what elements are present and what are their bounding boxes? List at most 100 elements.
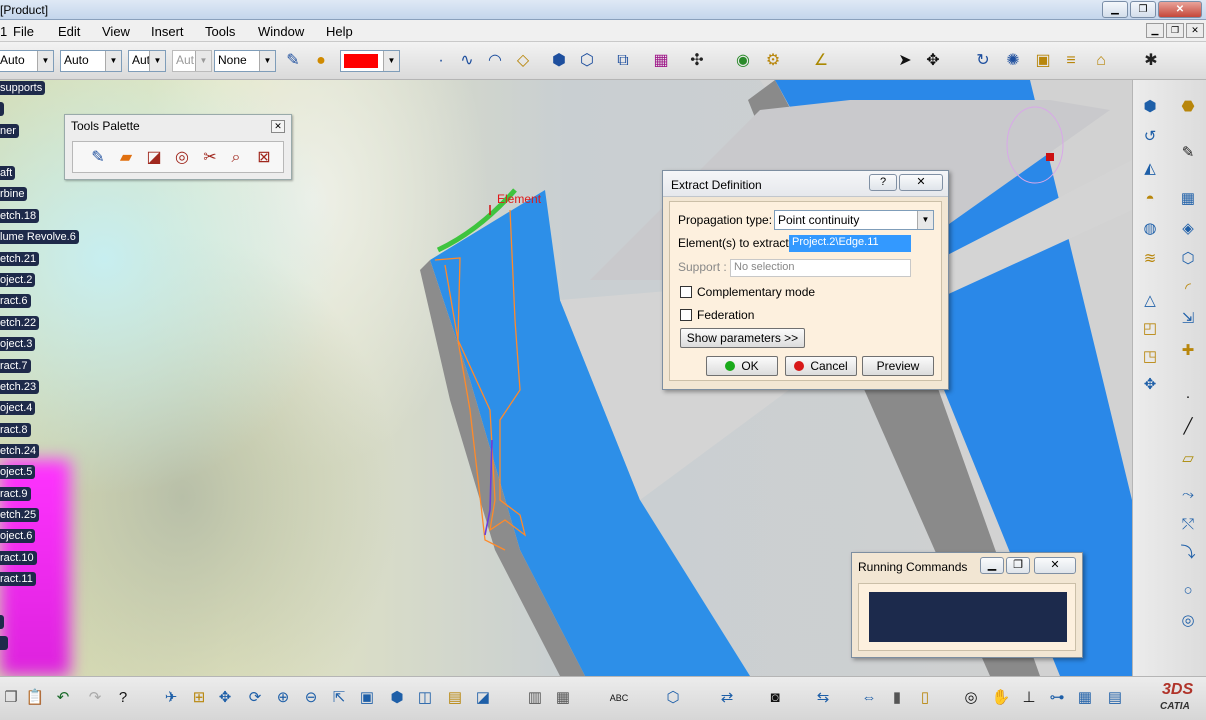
translate-icon[interactable]: ✥ [1139, 374, 1161, 396]
sketch-icon[interactable]: ✎ [1177, 142, 1199, 164]
ok-button[interactable]: OK [706, 356, 778, 376]
cancel-button[interactable]: Cancel [785, 356, 857, 376]
line-color-combo[interactable]: Auto ▼ [0, 50, 54, 72]
normal-view-icon[interactable]: ⇱ [328, 687, 350, 709]
fill-icon[interactable]: ◓ [1139, 188, 1161, 210]
tree-item-project-4[interactable]: oject.4 [0, 401, 36, 415]
layer-combo[interactable]: None ▼ [214, 50, 276, 72]
globe-icon[interactable]: ◉ [732, 50, 754, 72]
menu-tools[interactable]: Tools [205, 24, 235, 39]
running-commands-panel[interactable]: Running Commands ▁ ❐ ✕ [851, 552, 1083, 658]
revolve-icon[interactable]: ⬡ [576, 50, 598, 72]
tools-palette[interactable]: Tools Palette ✕ ✎ ▰ ◪ ◎ ✂ ⌕ ⊠ [64, 114, 292, 180]
boundary-icon[interactable]: ◳ [1139, 346, 1161, 368]
cube-icon[interactable]: ⬡ [1177, 248, 1199, 270]
tree-item-sketch-22[interactable]: etch.22 [0, 316, 40, 330]
doc-close-button[interactable]: ✕ [1186, 23, 1204, 38]
close-icon[interactable]: ✕ [899, 174, 943, 191]
tree-item-supports[interactable]: supports [0, 81, 46, 95]
circle-arc-icon[interactable]: ◠ [484, 50, 506, 72]
select-trap-icon[interactable]: ✥ [922, 50, 944, 72]
tree-item-project-5[interactable]: oject.5 [0, 465, 36, 479]
tree-item-extract-6[interactable]: ract.6 [0, 294, 31, 308]
menu-view[interactable]: View [102, 24, 130, 39]
pan-icon[interactable]: ✥ [214, 687, 236, 709]
swap-space-icon[interactable]: ▤ [444, 687, 466, 709]
line-type-combo[interactable]: Auto ▼ [60, 50, 122, 72]
tree-item-rbine[interactable]: rbine [0, 187, 28, 201]
propagation-type-select[interactable]: Point continuity ▼ [774, 210, 934, 230]
sweep-icon[interactable]: ◭ [1139, 158, 1161, 180]
help-button[interactable]: ? [869, 174, 897, 191]
axis-icon[interactable]: ✣ [686, 50, 708, 72]
menu-insert[interactable]: Insert [151, 24, 184, 39]
extract-definition-dialog[interactable]: Extract Definition ? ✕ Propagation type:… [662, 170, 949, 390]
minimize-button[interactable]: ▁ [1102, 1, 1128, 18]
app-menu-icon[interactable]: 1 [0, 24, 7, 39]
maximize-button[interactable]: ❐ [1130, 1, 1156, 18]
tree-item-sketch-21[interactable]: etch.21 [0, 252, 40, 266]
law-icon[interactable]: ⚙ [762, 50, 784, 72]
point-icon[interactable]: · [1177, 386, 1199, 408]
minimize-button[interactable]: ▁ [980, 557, 1004, 574]
offset-icon[interactable]: ≋ [1139, 248, 1161, 270]
fillet-icon[interactable]: ◜ [1177, 278, 1199, 300]
tree-item-node[interactable] [0, 615, 4, 629]
axis-system-icon[interactable]: ⊥ [1018, 687, 1040, 709]
stretch-icon[interactable]: ⇔ [858, 687, 880, 709]
hand-icon[interactable]: ✋ [990, 687, 1012, 709]
painter-icon[interactable]: ✎ [282, 50, 304, 72]
catalog-icon[interactable]: ▣ [1032, 50, 1054, 72]
copy-icon[interactable]: ❐ [0, 687, 22, 709]
search-icon[interactable]: ⌕ [225, 147, 247, 169]
parallel-curve-icon[interactable]: ⤵ [1177, 542, 1199, 564]
target-icon[interactable]: ◎ [171, 147, 193, 169]
clear-icon[interactable]: ⊠ [253, 147, 275, 169]
shading-icon[interactable]: ⬢ [386, 687, 408, 709]
tree-item-aft[interactable]: aft [0, 166, 16, 180]
grid-icon[interactable]: ▦ [1177, 188, 1199, 210]
pick-icon[interactable]: ✂ [199, 147, 221, 169]
connection-icon[interactable]: ⇄ [716, 687, 738, 709]
redo-icon[interactable]: ↷ [84, 687, 106, 709]
tree-item-sketch-25[interactable]: etch.25 [0, 508, 40, 522]
hide-show-icon[interactable]: ◫ [414, 687, 436, 709]
extract-icon[interactable]: ✚ [1177, 340, 1199, 362]
elements-to-extract-field[interactable]: Project.2\Edge.11 [789, 235, 911, 252]
table-icon[interactable]: ▦ [1074, 687, 1096, 709]
spiral-icon[interactable]: ◎ [960, 687, 982, 709]
fly-mode-icon[interactable]: ✈ [160, 687, 182, 709]
inertia-icon[interactable]: ▦ [552, 687, 574, 709]
maximize-button[interactable]: ❐ [1006, 557, 1030, 574]
extrude-icon[interactable]: ⬢ [548, 50, 570, 72]
show-parameters-button[interactable]: Show parameters >> [680, 328, 805, 348]
tank-icon[interactable]: ▯ [914, 687, 936, 709]
fill-color-combo[interactable]: ▼ [340, 50, 400, 72]
tree-item-node[interactable] [0, 102, 4, 116]
camera-icon[interactable]: ◙ [764, 687, 786, 709]
complementary-mode-checkbox[interactable] [680, 286, 692, 298]
blend-icon[interactable]: ◈ [1177, 218, 1199, 240]
fit-all-icon[interactable]: ⊞ [188, 687, 210, 709]
tree-item-extract-11[interactable]: ract.11 [0, 572, 36, 586]
part-icon[interactable]: ⬣ [1177, 96, 1199, 118]
menu-file[interactable]: File [13, 24, 34, 39]
split-icon[interactable]: △ [1139, 290, 1161, 312]
tree-item-volume-revolve-6[interactable]: lume Revolve.6 [0, 230, 79, 244]
select-edge-icon[interactable]: ✎ [87, 147, 109, 169]
snapshot-icon[interactable]: ◪ [472, 687, 494, 709]
plane-icon[interactable]: ▱ [1177, 448, 1199, 470]
plane-icon[interactable]: ◇ [512, 50, 534, 72]
rotate-icon[interactable]: ⟳ [244, 687, 266, 709]
close-icon[interactable]: ✕ [271, 120, 285, 133]
line-icon[interactable]: ╱ [1177, 416, 1199, 438]
cube-view-icon[interactable]: ⬡ [662, 687, 684, 709]
menu-window[interactable]: Window [258, 24, 304, 39]
close-button[interactable]: ✕ [1158, 1, 1202, 18]
loft-icon[interactable]: ◍ [1139, 218, 1161, 240]
spiral-icon[interactable]: ◎ [1177, 610, 1199, 632]
tree-item-sketch-24[interactable]: etch.24 [0, 444, 40, 458]
projection-icon[interactable]: ⤳ [1177, 484, 1199, 506]
tree-item-sketch-23[interactable]: etch.23 [0, 380, 40, 394]
intersection-icon[interactable]: ⤲ [1177, 514, 1199, 536]
